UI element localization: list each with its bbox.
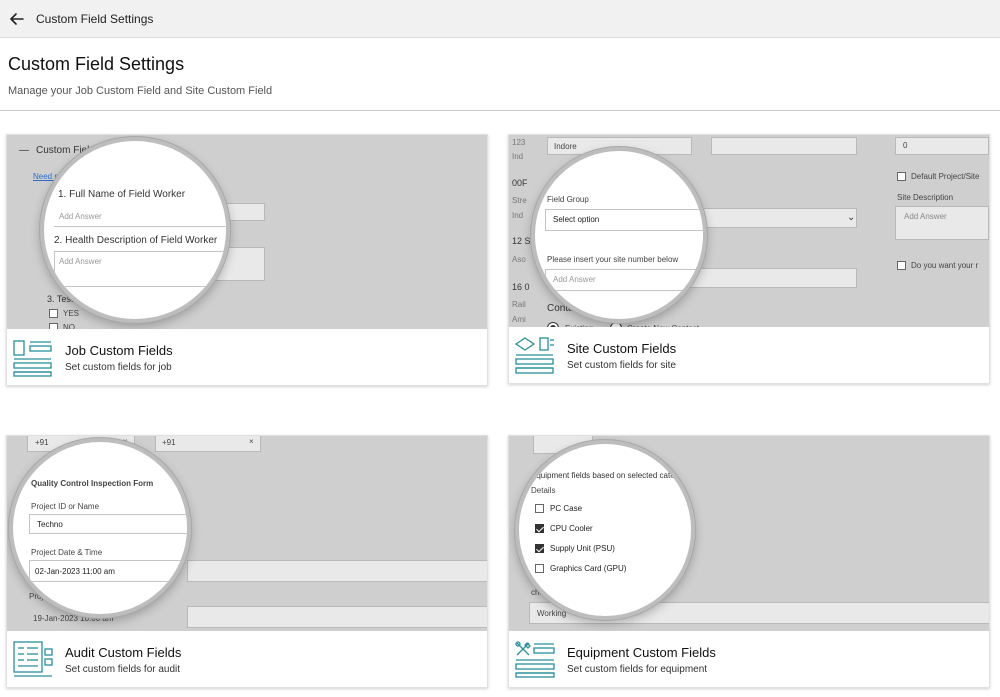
job-card-title: Job Custom Fields: [65, 343, 173, 358]
preview-text: Ami: [512, 315, 526, 324]
preview-default-project: Default Project/Site: [911, 172, 980, 181]
preview-checkbox: [897, 261, 906, 270]
preview-project-value: Techno: [37, 520, 63, 529]
preview-text: 12 S: [512, 236, 531, 246]
preview-checkbox: [49, 309, 58, 318]
preview-text: Ind: [512, 211, 524, 220]
preview-input: [187, 606, 487, 628]
collapse-icon: —: [19, 145, 29, 156]
preview-date-label: Project Date & Time: [31, 548, 103, 557]
preview-item-label: Supply Unit (PSU): [550, 544, 615, 553]
preview-text: 16 0: [512, 282, 530, 292]
page-subtitle: Manage your Job Custom Field and Site Cu…: [8, 85, 273, 97]
preview-checkbox-checked: [535, 524, 544, 533]
preview-question-2: 2. Health Description of Field Worker: [54, 235, 218, 246]
preview-item-label: CPU Cooler: [550, 524, 593, 533]
site-card-title: Site Custom Fields: [567, 341, 677, 356]
preview-placeholder: Add Answer: [904, 212, 947, 221]
chevron-down-icon: ⌄: [847, 212, 856, 223]
page-header: Custom Field Settings Manage your Job Cu…: [0, 38, 1000, 111]
magnifier-lens: Field Group Select option Please insert …: [531, 147, 707, 323]
preview-input: [895, 137, 989, 155]
preview-date-value: 02-Jan-2023 11:00 am: [35, 567, 115, 576]
preview-text: 123: [512, 138, 526, 147]
preview-placeholder: Add Answer: [59, 257, 102, 266]
job-card-subtitle: Set custom fields for job: [65, 362, 172, 373]
preview-checkbox: [535, 504, 544, 513]
preview-item-label: PC Case: [550, 504, 583, 513]
preview-project-label: Project ID or Name: [31, 502, 100, 511]
preview-text: Ind: [512, 152, 524, 161]
site-card-footer: Site Custom Fields Set custom fields for…: [509, 327, 989, 383]
site-card-subtitle: Set custom fields for site: [567, 360, 676, 371]
preview-check-value: Working: [537, 609, 567, 618]
top-bar: Custom Field Settings: [0, 0, 1000, 38]
preview-details-label: Details: [531, 486, 556, 495]
audit-card-subtitle: Set custom fields for audit: [65, 664, 181, 675]
preview-phone-code: +91: [35, 438, 49, 447]
preview-checkbox-checked: [535, 544, 544, 553]
preview-checkbox: [897, 172, 906, 181]
job-preview: — Custom Fields Need more custom fields …: [7, 135, 487, 331]
preview-item-label: Graphics Card (GPU): [550, 564, 627, 573]
equipment-custom-fields-card[interactable]: check Working Equipment fields based on …: [508, 435, 990, 688]
equipment-preview: check Working Equipment fields based on …: [509, 436, 989, 633]
job-card-footer: Job Custom Fields Set custom fields for …: [7, 329, 487, 385]
site-custom-fields-card[interactable]: Indore 0 123 Ind 00F Stre Ind 12 S Aso 1…: [508, 134, 990, 384]
top-bar-title: Custom Field Settings: [36, 11, 154, 26]
magnifier-lens: Quality Control Inspection Form Project …: [9, 438, 191, 618]
preview-input: [711, 137, 857, 155]
list-layout-icon: [13, 340, 52, 377]
preview-text: 00F: [512, 178, 528, 188]
preview-form-title: Quality Control Inspection Form: [31, 479, 154, 488]
preview-insert-label: Please insert your site number below: [547, 255, 679, 264]
preview-select-option: Select option: [553, 215, 600, 224]
site-layout-icon: [515, 337, 554, 374]
preview-option-yes: YES: [63, 309, 80, 318]
audit-card-title: Audit Custom Fields: [65, 645, 182, 660]
audit-preview: +91 × +91 × Project Start Date 19-Jan-20…: [7, 436, 487, 633]
audit-custom-fields-card[interactable]: +91 × +91 × Project Start Date 19-Jan-20…: [6, 435, 488, 688]
preview-text: Stre: [512, 196, 527, 205]
preview-question: Do you want your r: [911, 261, 979, 270]
preview-input: [187, 560, 487, 582]
preview-checkbox: [535, 564, 544, 573]
preview-field-group: Field Group: [547, 195, 589, 204]
audit-form-icon: [13, 641, 53, 677]
preview-question-1: 1. Full Name of Field Worker: [58, 189, 186, 200]
audit-card-footer: Audit Custom Fields Set custom fields fo…: [7, 631, 487, 687]
job-custom-fields-card[interactable]: — Custom Fields Need more custom fields …: [6, 134, 488, 386]
page-title: Custom Field Settings: [8, 54, 185, 74]
preview-city: Indore: [554, 142, 577, 151]
preview-text: Rail: [512, 300, 526, 309]
preview-placeholder: Add Answer: [553, 275, 596, 284]
equipment-card-subtitle: Set custom fields for equipment: [567, 664, 708, 675]
preview-equipment-heading: Equipment fields based on selected categ…: [531, 471, 691, 480]
preview-text: Aso: [512, 255, 526, 264]
close-icon: ×: [249, 437, 254, 446]
preview-site-description: Site Description: [897, 193, 954, 202]
tools-list-icon: [515, 641, 555, 678]
equipment-card-footer: Equipment Custom Fields Set custom field…: [509, 631, 989, 687]
back-arrow-icon[interactable]: [8, 10, 26, 28]
preview-number: 0: [903, 141, 908, 150]
site-preview: Indore 0 123 Ind 00F Stre Ind 12 S Aso 1…: [509, 135, 989, 333]
magnifier-lens: 1. Full Name of Field Worker Add Answer …: [40, 137, 230, 323]
preview-placeholder: Add Answer: [59, 212, 102, 221]
magnifier-lens: Equipment fields based on selected categ…: [515, 440, 695, 620]
equipment-card-title: Equipment Custom Fields: [567, 645, 716, 660]
preview-phone-code: +91: [162, 438, 176, 447]
